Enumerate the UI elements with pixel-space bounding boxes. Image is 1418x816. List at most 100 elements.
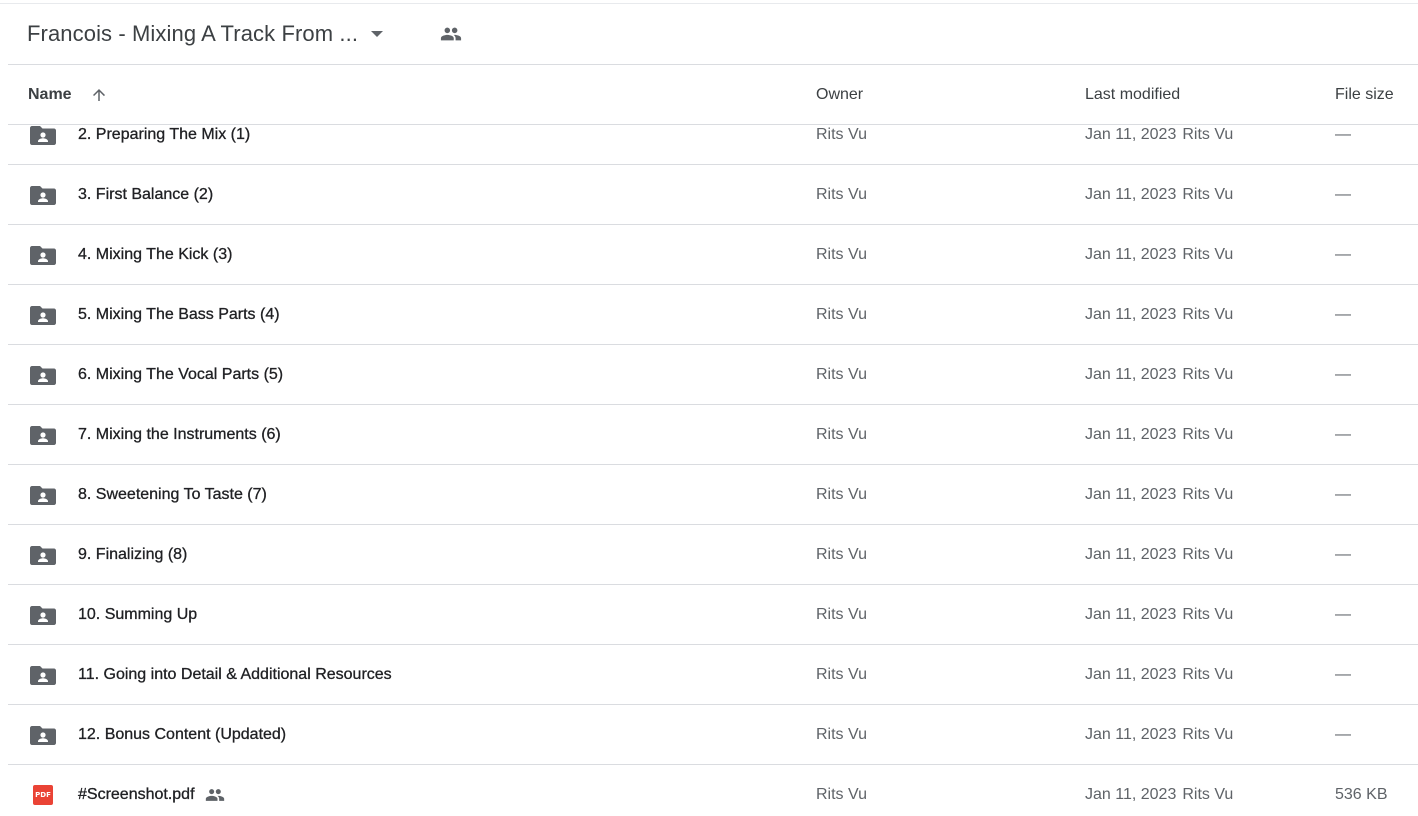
shared-folder-icon	[30, 405, 56, 464]
file-size-cell: —	[1335, 365, 1351, 383]
file-size-cell: —	[1335, 485, 1351, 503]
file-size-cell: —	[1335, 605, 1351, 623]
modified-date: Jan 11, 2023	[1085, 545, 1177, 563]
shared-folder-icon	[30, 285, 56, 344]
table-row[interactable]: 3. First Balance (2) Rits Vu Jan 11, 2023 R…	[8, 165, 1418, 225]
people-icon[interactable]	[440, 23, 462, 45]
last-modified-cell: Jan 11, 2023 Rits Vu	[1085, 285, 1233, 344]
modified-date: Jan 11, 2023	[1085, 365, 1177, 383]
file-name: 6. Mixing The Vocal Parts (5)	[78, 365, 284, 383]
table-row[interactable]: 4. Mixing The Kick (3) Rits Vu Jan 11, 202…	[8, 225, 1418, 285]
shared-folder-icon	[30, 525, 56, 584]
modified-by: Rits Vu	[1182, 305, 1234, 323]
table-row[interactable]: 12. Bonus Content (Updated) Rits Vu Jan 11…	[8, 705, 1418, 765]
shared-folder-icon	[30, 165, 56, 224]
file-name-cell[interactable]: 11. Going into Detail & Additional Resou…	[78, 645, 392, 704]
arrow-upward-icon[interactable]	[90, 85, 110, 105]
modified-by: Rits Vu	[1182, 545, 1234, 563]
column-header-name[interactable]: Name	[28, 65, 110, 124]
owner-cell: Rits Vu	[816, 425, 867, 443]
file-name: 7. Mixing the Instruments (6)	[78, 425, 281, 443]
pdf-file-icon: PDF	[30, 765, 56, 816]
file-name: 8. Sweetening To Taste (7)	[78, 485, 267, 503]
modified-by: Rits Vu	[1182, 365, 1234, 383]
shared-folder-icon	[30, 585, 56, 644]
modified-date: Jan 11, 2023	[1085, 185, 1177, 203]
modified-date: Jan 11, 2023	[1085, 665, 1177, 683]
owner-cell: Rits Vu	[816, 545, 867, 563]
last-modified-cell: Jan 11, 2023 Rits Vu	[1085, 225, 1233, 284]
file-name: 9. Finalizing (8)	[78, 545, 188, 563]
file-name-cell[interactable]: 7. Mixing the Instruments (6)	[78, 405, 281, 464]
file-name-cell[interactable]: 5. Mixing The Bass Parts (4)	[78, 285, 280, 344]
table-row[interactable]: 8. Sweetening To Taste (7) Rits Vu Jan 11,…	[8, 465, 1418, 525]
last-modified-cell: Jan 11, 2023 Rits Vu	[1085, 645, 1233, 704]
modified-by: Rits Vu	[1182, 425, 1234, 443]
modified-date: Jan 11, 2023	[1085, 125, 1177, 143]
file-name-cell[interactable]: 10. Summing Up	[78, 585, 197, 644]
file-name: #Screenshot.pdf	[78, 785, 195, 803]
modified-date: Jan 11, 2023	[1085, 785, 1177, 803]
file-size-cell: —	[1335, 185, 1351, 203]
file-size-cell: —	[1335, 425, 1351, 443]
modified-date: Jan 11, 2023	[1085, 245, 1177, 263]
file-name-cell[interactable]: 9. Finalizing (8)	[78, 525, 188, 584]
file-name: 10. Summing Up	[78, 605, 198, 623]
file-size-cell: —	[1335, 245, 1351, 263]
owner-cell: Rits Vu	[816, 245, 867, 263]
modified-by: Rits Vu	[1182, 725, 1234, 743]
owner-cell: Rits Vu	[816, 305, 867, 323]
column-header-name-label: Name	[28, 85, 72, 103]
owner-cell: Rits Vu	[816, 785, 867, 803]
shared-folder-icon	[30, 225, 56, 284]
table-row[interactable]: 6. Mixing The Vocal Parts (5) Rits Vu Jan …	[8, 345, 1418, 405]
file-name-cell[interactable]: 12. Bonus Content (Updated)	[78, 705, 286, 764]
table-row[interactable]: 5. Mixing The Bass Parts (4) Rits Vu Jan 1…	[8, 285, 1418, 345]
modified-by: Rits Vu	[1182, 185, 1234, 203]
shared-folder-icon	[30, 345, 56, 404]
file-name-cell[interactable]: 6. Mixing The Vocal Parts (5)	[78, 345, 283, 404]
file-name-cell[interactable]: 4. Mixing The Kick (3)	[78, 225, 233, 284]
last-modified-cell: Jan 11, 2023 Rits Vu	[1085, 585, 1233, 644]
last-modified-cell: Jan 11, 2023 Rits Vu	[1085, 705, 1233, 764]
table-row[interactable]: 9. Finalizing (8) Rits Vu Jan 11, 2023 Rits…	[8, 525, 1418, 585]
owner-cell: Rits Vu	[816, 665, 867, 683]
modified-by: Rits Vu	[1182, 605, 1234, 623]
column-header-file-size[interactable]: File size	[1335, 65, 1394, 124]
column-header-last-modified[interactable]: Last modified	[1085, 65, 1180, 124]
people-icon	[205, 785, 225, 805]
owner-cell: Rits Vu	[816, 485, 867, 503]
file-name: 3. First Balance (2)	[78, 185, 214, 203]
modified-date: Jan 11, 2023	[1085, 725, 1177, 743]
column-header-row: Name Owner Last modified File size	[8, 65, 1418, 125]
table-row[interactable]: PDF #Screenshot.pdf Rits Vu Jan 11, 2023 Rit…	[8, 765, 1418, 816]
file-name-cell[interactable]: 8. Sweetening To Taste (7)	[78, 465, 267, 524]
owner-cell: Rits Vu	[816, 725, 867, 743]
pdf-badge: PDF	[33, 784, 53, 805]
file-name: 4. Mixing The Kick (3)	[78, 245, 233, 263]
table-row[interactable]: 10. Summing Up Rits Vu Jan 11, 2023 Rits Vu…	[8, 585, 1418, 645]
arrow-drop-down-icon	[370, 27, 384, 41]
file-size-cell: —	[1335, 305, 1351, 323]
file-name-cell[interactable]: 3. First Balance (2)	[78, 165, 213, 224]
last-modified-cell: Jan 11, 2023 Rits Vu	[1085, 765, 1233, 816]
file-name: 12. Bonus Content (Updated)	[78, 725, 287, 743]
file-name-cell[interactable]: #Screenshot.pdf	[78, 765, 225, 816]
owner-cell: Rits Vu	[816, 365, 867, 383]
modified-by: Rits Vu	[1182, 485, 1234, 503]
file-size-cell: —	[1335, 725, 1351, 743]
column-header-owner[interactable]: Owner	[816, 65, 863, 124]
last-modified-cell: Jan 11, 2023 Rits Vu	[1085, 405, 1233, 464]
modified-by: Rits Vu	[1182, 785, 1234, 803]
modified-date: Jan 11, 2023	[1085, 605, 1177, 623]
last-modified-cell: Jan 11, 2023 Rits Vu	[1085, 165, 1233, 224]
last-modified-cell: Jan 11, 2023 Rits Vu	[1085, 465, 1233, 524]
table-row[interactable]: 11. Going into Detail & Additional Resou…	[8, 645, 1418, 705]
folder-title-dropdown[interactable]: Francois - Mixing A Track From ...	[27, 21, 384, 47]
folder-title: Francois - Mixing A Track From ...	[27, 21, 359, 46]
file-size-cell: 536 KB	[1335, 785, 1388, 803]
file-list: 2. Preparing The Mix (1) Rits Vu Jan 11, 2…	[8, 105, 1418, 816]
owner-cell: Rits Vu	[816, 605, 867, 623]
drive-folder-view: Francois - Mixing A Track From ... 2. Pr…	[0, 0, 1418, 816]
table-row[interactable]: 7. Mixing the Instruments (6) Rits Vu Jan …	[8, 405, 1418, 465]
